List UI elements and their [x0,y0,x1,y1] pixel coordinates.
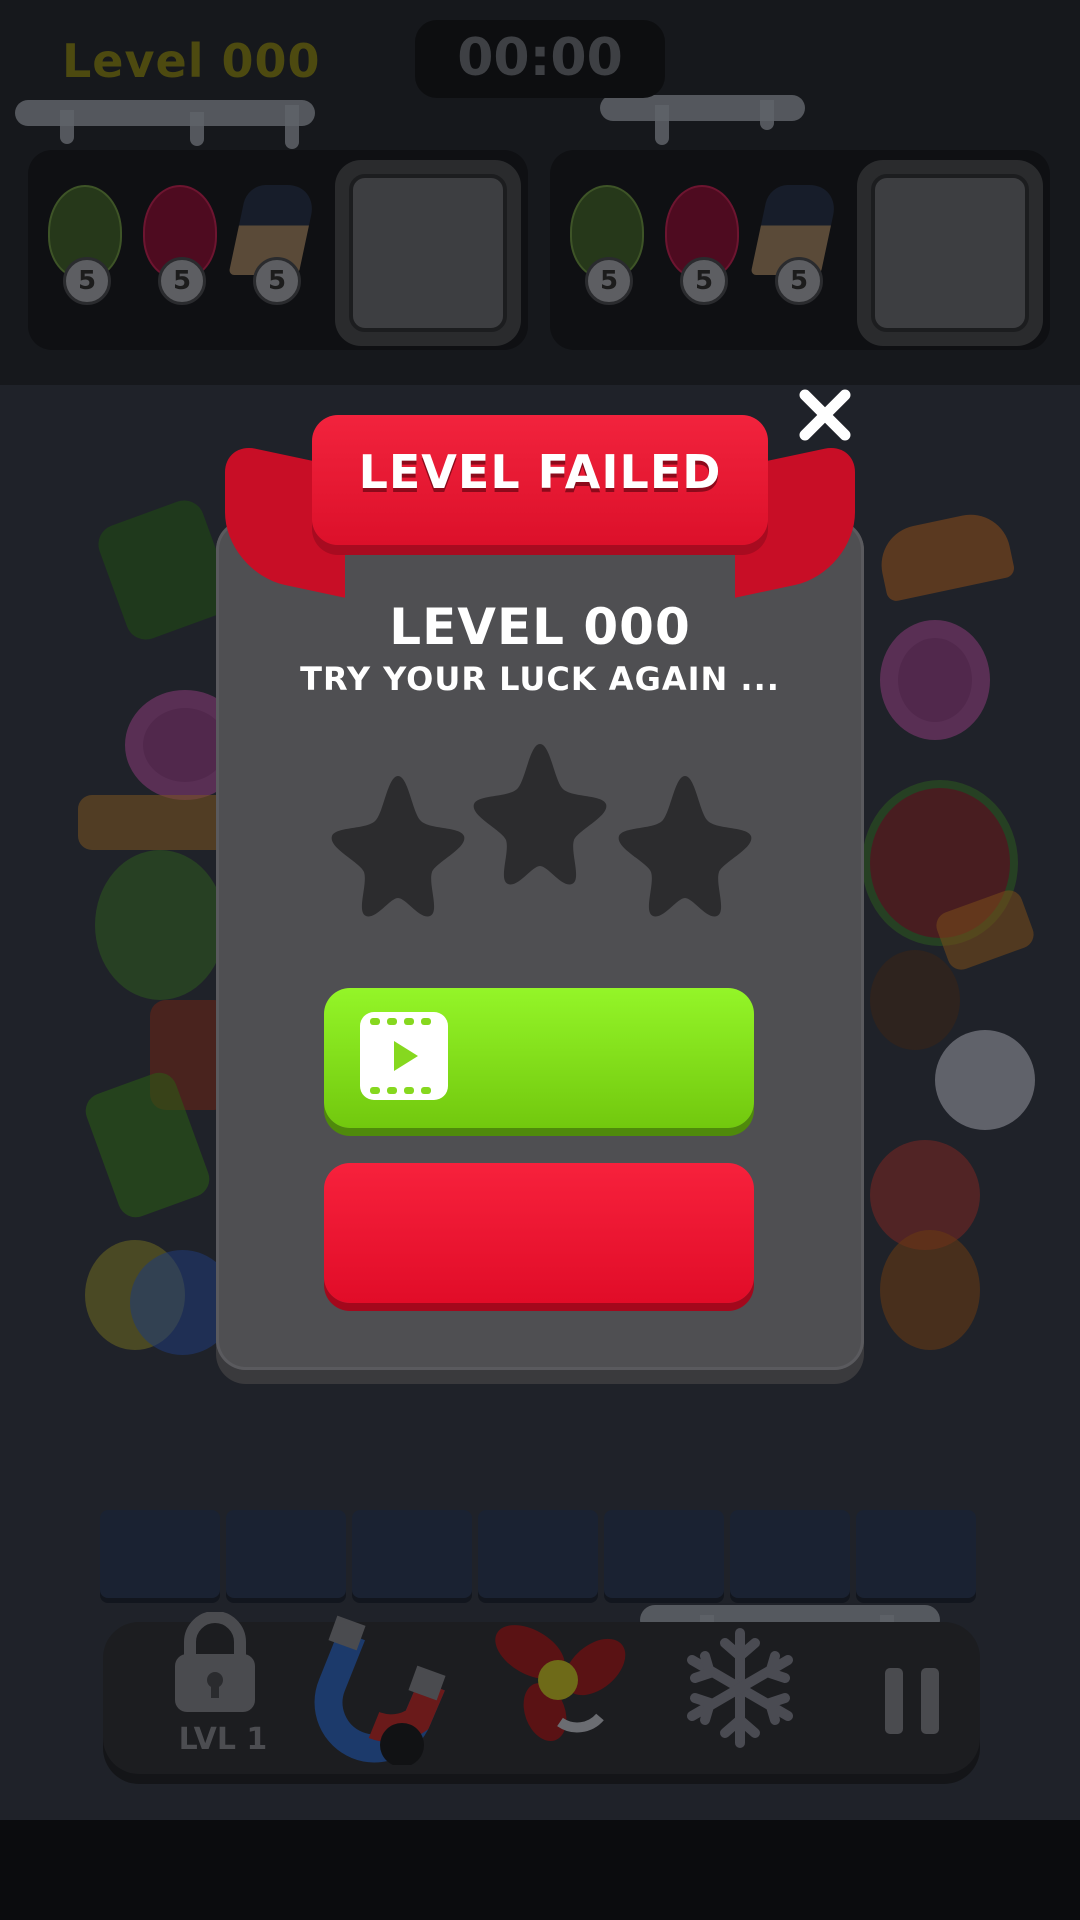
magnet-icon[interactable] [312,1615,452,1765]
tray-slot [478,1510,598,1598]
fan-icon[interactable] [490,1612,630,1742]
food-item [78,795,238,850]
goal-count-badge: 5 [680,257,728,305]
snowflake-icon[interactable] [680,1628,800,1748]
goal-count-badge: 5 [63,257,111,305]
retry-button[interactable] [324,1163,754,1303]
goal-slot [335,160,521,346]
watermelon-food-item [95,850,225,1000]
dialog-subtitle: TRY YOUR LUCK AGAIN ... [300,660,780,698]
tray-slot [730,1510,850,1598]
goal-count-badge: 5 [253,257,301,305]
goal-count-badge: 5 [775,257,823,305]
donut-food-item [880,620,990,740]
snow-decoration [600,95,805,121]
empty-star-icon [618,776,752,917]
snow-drip [60,110,74,144]
food-item [880,1230,980,1350]
level-label: Level 000 [62,34,321,88]
tray-slot [604,1510,724,1598]
goal-panel: 5 5 5 [28,150,528,350]
tray-slot [352,1510,472,1598]
tray-slot [226,1510,346,1598]
goal-item: 5 [660,185,740,305]
bottom-strip [0,1820,1080,1920]
tray-slot [856,1510,976,1598]
booster-lock-label: LVL 1 [178,1722,268,1757]
snow-drip [760,100,774,130]
goal-slot [857,160,1043,346]
timer-text: 00:00 [457,28,623,88]
close-button[interactable] [795,385,855,445]
food-item [870,950,960,1050]
goal-count-badge: 5 [158,257,206,305]
goal-item: 5 [750,185,840,305]
pause-icon[interactable] [883,1668,943,1738]
goal-item: 5 [43,185,123,305]
tray-slot [100,1510,220,1598]
snow-drip [655,105,669,145]
goal-count-badge: 5 [585,257,633,305]
empty-star-icon [473,744,607,885]
video-ad-icon [360,1012,448,1100]
lock-icon[interactable] [170,1612,260,1717]
goal-item: 5 [138,185,218,305]
food-item [935,1030,1035,1130]
dialog-title: LEVEL FAILED [358,445,722,499]
snow-drip [285,105,299,149]
goal-item: 5 [228,185,318,305]
goal-item: 5 [565,185,645,305]
dialog-level-name: LEVEL 000 [389,598,691,656]
empty-star-icon [331,776,465,917]
snow-drip [190,112,204,146]
goal-panel: 5 5 5 [550,150,1050,350]
collection-tray [100,1510,980,1600]
